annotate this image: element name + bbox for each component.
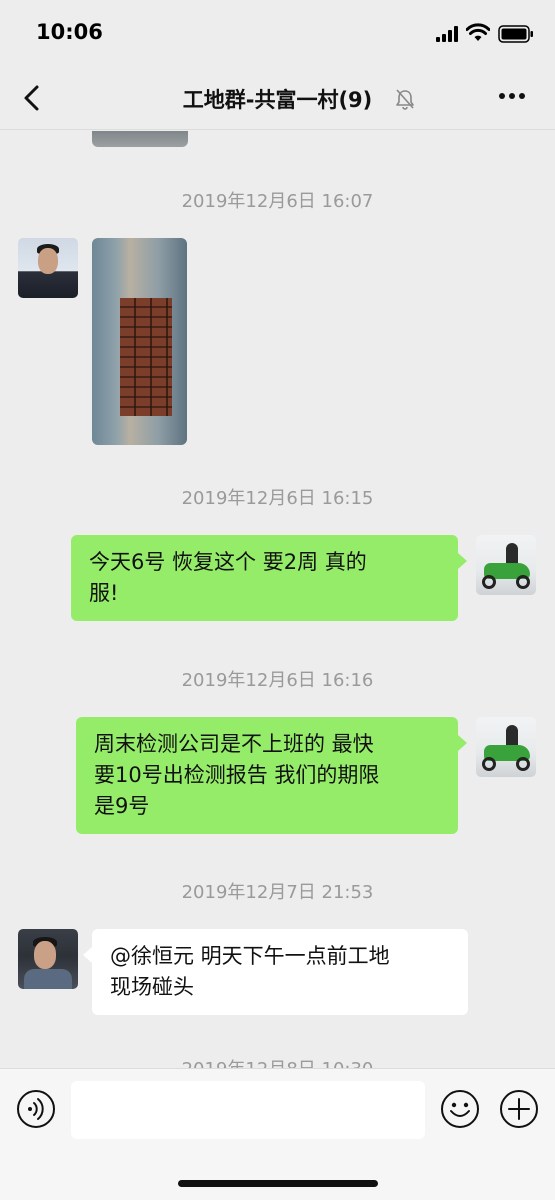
home-indicator[interactable] bbox=[178, 1180, 378, 1187]
avatar[interactable] bbox=[476, 717, 536, 777]
avatar[interactable] bbox=[18, 238, 78, 298]
plus-icon[interactable] bbox=[499, 1089, 539, 1129]
previous-image-message[interactable] bbox=[92, 131, 188, 147]
message-input[interactable] bbox=[71, 1081, 425, 1139]
message-bubble[interactable]: @徐恒元 明天下午一点前工地 现场碰头 bbox=[92, 929, 468, 1015]
timestamp: 2019年12月8日 10:30 bbox=[0, 1055, 555, 1068]
chat-area[interactable]: 2019年12月6日 16:07 2019年12月6日 16:15 今天6号 恢… bbox=[0, 131, 555, 1068]
wifi-icon bbox=[466, 23, 490, 41]
timestamp: 2019年12月7日 21:53 bbox=[181, 882, 374, 903]
timestamp: 2019年12月6日 16:15 bbox=[181, 488, 374, 509]
bubble-tail bbox=[458, 553, 467, 569]
image-message[interactable] bbox=[92, 238, 187, 445]
emoji-icon[interactable] bbox=[440, 1089, 480, 1129]
status-time: 10:06 bbox=[36, 20, 103, 44]
bubble-tail bbox=[458, 735, 467, 751]
message-bubble[interactable]: 周末检测公司是不上班的 最快 要10号出检测报告 我们的期限 是9号 bbox=[76, 717, 458, 834]
nav-bar: 工地群-共富一村(9) bbox=[0, 64, 555, 130]
timestamp: 2019年12月6日 16:07 bbox=[181, 191, 374, 212]
signal-icon bbox=[436, 26, 458, 42]
timestamp: 2019年12月6日 16:16 bbox=[181, 670, 374, 691]
avatar[interactable] bbox=[18, 929, 78, 989]
battery-icon bbox=[498, 25, 533, 43]
bubble-tail bbox=[83, 947, 92, 963]
chat-title: 工地群-共富一村(9) bbox=[182, 88, 373, 112]
more-icon[interactable] bbox=[498, 92, 526, 100]
status-bar: 10:06 bbox=[0, 0, 555, 64]
bell-muted-icon bbox=[396, 89, 414, 110]
voice-icon[interactable] bbox=[16, 1089, 56, 1129]
message-bubble[interactable]: 今天6号 恢复这个 要2周 真的 服! bbox=[71, 535, 458, 621]
avatar[interactable] bbox=[476, 535, 536, 595]
